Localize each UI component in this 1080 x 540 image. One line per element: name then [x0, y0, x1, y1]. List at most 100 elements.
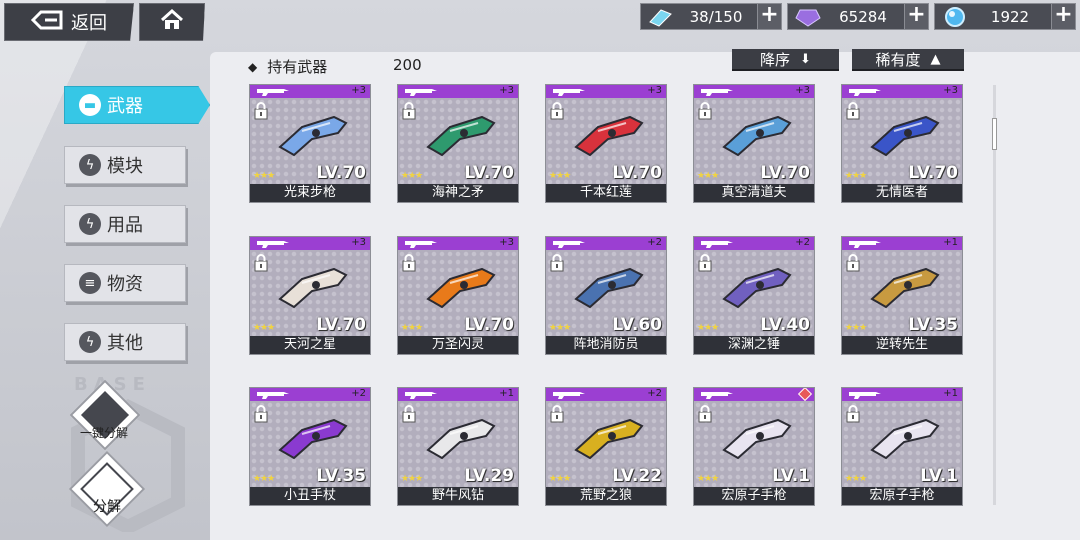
weapon-level: LV.70	[464, 315, 514, 335]
star-rating: ★★★	[253, 323, 275, 333]
enhance-level: +3	[943, 85, 958, 96]
weapon-level: LV.1	[920, 466, 958, 486]
weapon-name: 野牛风钻	[398, 487, 518, 505]
back-arrow-icon	[30, 10, 65, 34]
weapon-type-icon	[405, 241, 437, 248]
weapon-card[interactable]: ★★★ LV.1 宏原子手枪	[693, 387, 815, 506]
lock-icon[interactable]	[253, 405, 269, 423]
dismantle-label: 分解	[93, 499, 121, 515]
weapon-card[interactable]: +1 ★★★ LV.29 野牛风钻	[397, 387, 519, 506]
diamond-bullet-icon: ◆	[248, 59, 258, 74]
weapon-card[interactable]: +2 ★★★ LV.35 小丑手杖	[249, 387, 371, 506]
weapon-image	[870, 267, 940, 309]
tab-material[interactable]: ≡ 物资	[64, 264, 186, 302]
star-rating: ★★★	[401, 323, 423, 333]
box-icon: ≡	[79, 272, 101, 294]
home-button[interactable]	[139, 3, 205, 41]
owned-weapons-header: ◆ 持有武器	[248, 56, 327, 77]
weapon-card[interactable]: +3 ★★★ LV.70 无情医者	[841, 84, 963, 203]
weapon-name: 荒野之狼	[546, 487, 666, 505]
weapon-type-icon	[849, 241, 881, 248]
star-rating: ★★★	[253, 171, 275, 181]
weapon-name: 小丑手杖	[250, 487, 370, 505]
lock-icon[interactable]	[401, 254, 417, 272]
add-crystal-button[interactable]: +	[1051, 4, 1075, 29]
enhance-level: +3	[499, 237, 514, 248]
weapon-image	[278, 418, 348, 460]
star-rating: ★★★	[697, 323, 719, 333]
tab-module[interactable]: ϟ 模块	[64, 146, 186, 184]
weapon-name: 无情医者	[842, 184, 962, 202]
weapon-card[interactable]: +2 ★★★ LV.60 阵地消防员	[545, 236, 667, 355]
lock-icon[interactable]	[253, 254, 269, 272]
weapon-image	[870, 115, 940, 157]
enhance-level: +3	[647, 85, 662, 96]
weapon-card[interactable]: +3 ★★★ LV.70 万圣闪灵	[397, 236, 519, 355]
weapon-card[interactable]: +1 ★★★ LV.1 宏原子手枪	[841, 387, 963, 506]
sort-rarity-label: 稀有度	[875, 50, 921, 69]
base-logo-watermark	[71, 399, 185, 532]
star-rating: ★★★	[549, 323, 571, 333]
lock-icon[interactable]	[401, 102, 417, 120]
back-button[interactable]: 返回	[4, 3, 134, 41]
weapon-card[interactable]: +3 ★★★ LV.70 光束步枪	[249, 84, 371, 203]
scrollbar-thumb[interactable]	[992, 118, 997, 150]
lock-icon[interactable]	[845, 254, 861, 272]
lock-icon[interactable]	[697, 405, 713, 423]
weapon-level: LV.70	[760, 163, 810, 183]
lock-icon[interactable]	[697, 254, 713, 272]
weapon-type-icon	[849, 89, 881, 96]
star-rating: ★★★	[549, 474, 571, 484]
lock-icon[interactable]	[549, 254, 565, 272]
gem-value: 65284	[839, 7, 887, 26]
weapon-level: LV.40	[760, 315, 810, 335]
home-icon	[160, 8, 184, 35]
add-stamina-button[interactable]: +	[757, 4, 781, 29]
tab-weapon-label: 武器	[107, 96, 143, 117]
weapon-card[interactable]: +2 ★★★ LV.22 荒野之狼	[545, 387, 667, 506]
lock-icon[interactable]	[549, 102, 565, 120]
tab-item[interactable]: ϟ 用品	[64, 205, 186, 243]
tab-other[interactable]: ϟ 其他	[64, 323, 186, 361]
gem-counter: 65284 +	[787, 3, 929, 30]
weapon-card[interactable]: +3 ★★★ LV.70 天河之星	[249, 236, 371, 355]
lock-icon[interactable]	[253, 102, 269, 120]
lock-icon[interactable]	[401, 405, 417, 423]
weapon-name: 深渊之锤	[694, 336, 814, 354]
lock-icon[interactable]	[697, 102, 713, 120]
add-gem-button[interactable]: +	[904, 4, 928, 29]
lightning-icon: ϟ	[79, 331, 101, 353]
weapon-level: LV.70	[316, 315, 366, 335]
weapon-type-icon	[405, 392, 437, 399]
weapon-level: LV.70	[316, 163, 366, 183]
weapon-type-icon	[257, 392, 289, 399]
enhance-level: +3	[351, 85, 366, 96]
lock-icon[interactable]	[549, 405, 565, 423]
enhance-level: +3	[499, 85, 514, 96]
star-rating: ★★★	[253, 474, 275, 484]
stamina-value: 38/150	[689, 7, 743, 26]
lock-icon[interactable]	[845, 102, 861, 120]
sort-descending-button[interactable]: 降序 ⬇	[732, 49, 839, 71]
sort-rarity-button[interactable]: 稀有度 ▲	[852, 49, 964, 71]
weapon-card[interactable]: +2 ★★★ LV.40 深渊之锤	[693, 236, 815, 355]
weapon-image	[574, 418, 644, 460]
star-rating: ★★★	[401, 171, 423, 181]
weapon-card[interactable]: +3 ★★★ LV.70 海神之矛	[397, 84, 519, 203]
weapon-name: 千本红莲	[546, 184, 666, 202]
weapon-card[interactable]: +3 ★★★ LV.70 真空清道夫	[693, 84, 815, 203]
weapon-name: 宏原子手枪	[694, 487, 814, 505]
enhance-level: +3	[795, 85, 810, 96]
weapon-name: 万圣闪灵	[398, 336, 518, 354]
crystal-counter: 1922 +	[934, 3, 1076, 30]
weapon-card[interactable]: +1 ★★★ LV.35 逆转先生	[841, 236, 963, 355]
stamina-counter: 38/150 +	[640, 3, 782, 30]
lock-icon[interactable]	[845, 405, 861, 423]
weapon-card[interactable]: +3 ★★★ LV.70 千本红莲	[545, 84, 667, 203]
stamina-icon	[647, 6, 675, 28]
lightning-icon: ϟ	[79, 213, 101, 235]
enhance-level: +2	[351, 388, 366, 399]
weapon-level: LV.35	[316, 466, 366, 486]
weapon-level: LV.70	[612, 163, 662, 183]
tab-weapon[interactable]: ▬ 武器	[64, 86, 210, 124]
